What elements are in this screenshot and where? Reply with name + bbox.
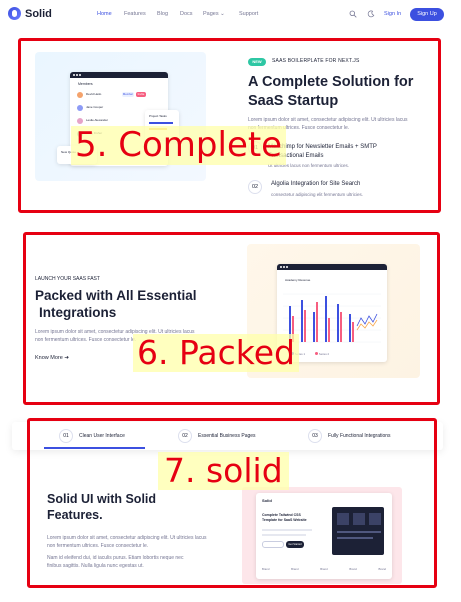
nav-item-home[interactable]: Home [97,11,112,17]
logo-text: Solid [25,7,52,20]
sign-up-button[interactable]: Sign Up [410,8,444,21]
preview-heading: Complete Tailwind CSS Template for SaaS … [262,513,322,523]
avatar [77,118,83,124]
section7-title: Solid UI with Solid Features. [47,491,197,523]
chart-title: Academy Revenue [285,278,311,282]
nav-item-pages[interactable]: Pages ⌄ [203,11,225,17]
preview-dashboard [332,507,384,555]
preview-brand-row: Brand Brand Brand Brand Brand [262,567,386,571]
website-preview-illustration: Solid Complete Tailwind CSS Template for… [242,487,402,584]
section5-title: A Complete Solution for SaaS Startup [248,73,438,111]
search-icon[interactable] [349,10,357,18]
brand-logo: Brand [291,567,299,571]
brand-logo: Brand [262,567,270,571]
project-card-title: Project Tasks [149,114,167,118]
preview-text [262,534,306,536]
section5-tag: SAAS BOILERPLATE FOR NEXT.JS [272,58,360,64]
section7-title-line1: Solid UI with Solid [47,492,157,506]
role-badge: Member [122,92,134,97]
theme-toggle-icon[interactable] [367,10,375,18]
list-item: Devid Heilo Member Invite [76,90,162,103]
preview-logo: Solid [262,498,272,503]
know-more-link[interactable]: Know More ➔ [35,355,69,361]
invite-button[interactable]: Invite [136,92,146,97]
section7-title-line2: Features. [47,508,103,522]
new-badge: NEW [248,58,266,66]
chevron-down-icon: ⌄ [220,11,225,17]
section7-desc-line3: Nam id eleifend dui, id iaculis purus. E… [47,555,184,561]
brand-logo: Brand [349,567,357,571]
section6-title: Packed with All Essential Integrations [35,287,225,321]
nav-item-support[interactable]: Support [239,11,258,17]
brand-logo: Brand [320,567,328,571]
logo[interactable]: Solid [8,7,52,20]
nav-item-docs[interactable]: Docs [180,11,193,17]
section5-title-line1: A Complete Solution for [248,74,414,90]
section6-tag: LAUNCH YOUR SAAS FAST [35,276,100,282]
window-bar [277,264,387,270]
window-bar [70,72,168,78]
nav-item-features[interactable]: Features [124,11,146,17]
avatar [77,105,83,111]
user-name: Devid Heilo [86,92,102,96]
section7-desc-line1: Lorem ipsum dolor sit amet, consectetur … [47,535,207,541]
members-header: Members [78,82,93,86]
annotation-label-7: 7. solid [158,452,289,490]
preview-heading-line2: Template for SaaS Website [262,518,307,522]
know-more-label: Know More [35,355,63,361]
section7-desc-line2: non fermentum ultrices. Fusce consectetu… [47,543,149,549]
progress-bar [149,122,173,124]
section5-desc-line1: Lorem ipsum dolor sit amet, consectetur … [248,117,408,123]
preview-text [262,529,312,531]
user-name: Leslie Alexander [86,118,109,122]
section6-title-line1: Packed with All Essential [35,288,197,303]
annotation-label-6: 6. Packed [133,334,299,372]
sign-in-link[interactable]: Sign In [384,11,401,17]
nav-item-pages-label: Pages [203,11,219,17]
arrow-right-icon: ➔ [64,355,69,361]
top-navbar: Solid Home Features Blog Docs Pages ⌄ Su… [0,0,461,30]
user-name: Jane Cooper [86,105,104,109]
avatar [77,92,83,98]
website-preview-card: Solid Complete Tailwind CSS Template for… [256,493,392,579]
section7-description: Lorem ipsum dolor sit amet, consectetur … [47,534,217,570]
section5-title-line2: SaaS Startup [248,93,339,109]
preview-input [262,541,284,548]
section6-title-line2: Integrations [39,305,117,320]
feature-title: Algolia Integration for Site Search [271,181,361,187]
preview-cta-button: Get Started [286,541,304,548]
annotation-label-5: 5. Complete [71,125,287,166]
feature-desc: consectetur adipiscing elit fermentum ul… [271,192,364,197]
section7-desc-line4: finibus sagittis. Nulla ligula nunc eges… [47,563,144,569]
logo-icon [8,7,21,20]
nav-item-blog[interactable]: Blog [157,11,168,17]
feature-number: 02 [248,180,262,194]
brand-logo: Brand [378,567,386,571]
legend-item: Series 2 [315,352,329,356]
